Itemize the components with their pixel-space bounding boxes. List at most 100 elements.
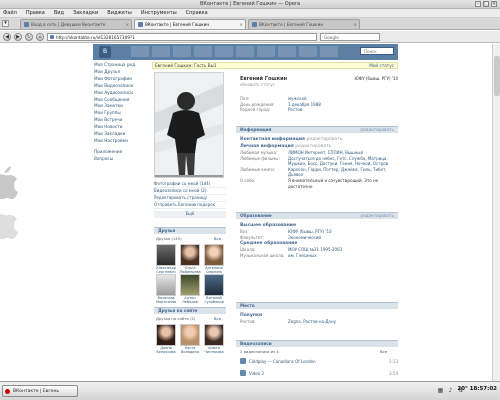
vk-nav-item[interactable] bbox=[152, 46, 170, 57]
left-menu-item[interactable]: Приложения bbox=[94, 149, 150, 156]
more-link[interactable]: Ещё bbox=[154, 211, 226, 218]
edit-link[interactable]: редактировать bbox=[360, 127, 394, 133]
send-gift-link[interactable]: Отправить Евгению подарок bbox=[154, 202, 226, 209]
edit-page-link[interactable]: Редактировать страницу bbox=[154, 195, 226, 202]
left-menu-item[interactable]: Мои Закладки bbox=[94, 131, 150, 138]
menu-tools[interactable]: Инструменты bbox=[141, 10, 177, 16]
left-menu-item[interactable]: Вопросы bbox=[94, 156, 150, 163]
close-button[interactable]: × bbox=[491, 1, 497, 7]
tab-bar: Вход в сеть | Девушки Вконтакте × ВКонтак… bbox=[0, 18, 500, 30]
left-menu-item[interactable]: Мои Фотографии bbox=[94, 76, 150, 83]
home-button[interactable]: ⌂ bbox=[36, 32, 44, 41]
volume-icon[interactable]: ♪ bbox=[447, 386, 454, 395]
menu-bookmarks[interactable]: Закладки bbox=[73, 10, 98, 16]
menu-help[interactable]: Справка bbox=[186, 10, 208, 16]
back-button[interactable]: ◀ bbox=[3, 32, 11, 41]
vk-nav-item[interactable] bbox=[320, 46, 338, 57]
places-section-header[interactable]: Места bbox=[236, 302, 398, 309]
left-menu-item[interactable]: Мои Настройки bbox=[94, 138, 150, 145]
info-value[interactable]: Ростов bbox=[288, 107, 302, 113]
education-block: Высшее образование Вуз: ЮФУ (бывш. РГУ) '… bbox=[240, 222, 398, 258]
left-menu-item[interactable]: Мои Группы bbox=[94, 110, 150, 117]
close-tab-icon[interactable]: × bbox=[353, 22, 357, 27]
edit-link[interactable]: редактировать bbox=[307, 137, 343, 142]
higher-edu-heading: Высшее образование bbox=[240, 223, 297, 228]
menu-widgets[interactable]: Виджеты bbox=[107, 10, 132, 16]
friend-card[interactable]: Настя Володина bbox=[178, 324, 202, 354]
clock[interactable]: 20° 18:57:02 bbox=[457, 386, 497, 392]
online-all-link[interactable]: Все bbox=[214, 316, 221, 321]
left-menu-item[interactable]: Мои Заметки bbox=[94, 103, 150, 110]
info-value[interactable]: Карлсон, Гарри, Поттер, Джеймс, Гиль, Ти… bbox=[288, 167, 398, 178]
status-hint[interactable]: обновить статус bbox=[240, 82, 398, 88]
left-menu-item[interactable]: Мои Аудиозаписи bbox=[94, 90, 150, 97]
vk-nav-item[interactable] bbox=[194, 46, 212, 57]
taskbar-opera-task[interactable]: ВКонтакте | Евгень bbox=[2, 385, 78, 397]
friend-card[interactable]: Антон Лебедев bbox=[178, 274, 202, 304]
menu-file[interactable]: Файл bbox=[3, 10, 17, 16]
vk-logo[interactable]: В bbox=[99, 46, 111, 58]
friend-card[interactable]: Анюта Чистякова bbox=[202, 324, 226, 354]
vk-nav-item[interactable] bbox=[215, 46, 233, 57]
education-section-header[interactable]: Образование редактировать bbox=[236, 212, 398, 219]
vk-nav-item[interactable] bbox=[299, 46, 317, 57]
videos-section-header[interactable]: Видеозаписи bbox=[236, 340, 398, 347]
vk-nav-item[interactable] bbox=[257, 46, 275, 57]
friend-card[interactable]: Ангелина Смолина bbox=[202, 244, 226, 274]
video-item[interactable]: Video 2 3:59 bbox=[240, 368, 398, 378]
video-item[interactable]: Coldplay — Canadians Of London 5:13 bbox=[240, 356, 398, 366]
video-title[interactable]: Video 2 bbox=[249, 371, 264, 376]
vertical-scrollbar[interactable] bbox=[492, 44, 500, 381]
left-menu-item[interactable]: Мои Друзья bbox=[94, 69, 150, 76]
left-menu-item[interactable]: Мои Видеозаписи bbox=[94, 83, 150, 90]
edit-link[interactable]: ред. bbox=[127, 62, 136, 67]
reload-button[interactable]: ↻ bbox=[25, 32, 33, 41]
vk-nav-item[interactable] bbox=[173, 46, 191, 57]
online-friends-header[interactable]: Друзья на сайте bbox=[154, 307, 226, 314]
videos-all-link[interactable]: Все bbox=[380, 349, 387, 354]
left-menu-item-my-page[interactable]: Моя Страница ред. bbox=[94, 62, 150, 69]
vk-nav-item[interactable] bbox=[278, 46, 296, 57]
vk-nav-item[interactable] bbox=[131, 46, 149, 57]
edit-link[interactable]: редактировать bbox=[295, 144, 331, 149]
menu-view[interactable]: Вид bbox=[54, 10, 64, 16]
address-input[interactable]: http://vkontakte.ru/id13281657309?1 bbox=[47, 32, 317, 41]
browser-tab[interactable]: Вход в сеть | Девушки Вконтакте × bbox=[20, 19, 132, 29]
status-right-link[interactable]: Мой статус bbox=[369, 63, 394, 69]
forward-button[interactable]: ▶ bbox=[14, 32, 22, 41]
search-input[interactable]: Google bbox=[320, 32, 380, 41]
videos-with-me-link[interactable]: Видеозаписи со мной (2) bbox=[154, 188, 226, 195]
minimize-button[interactable]: – bbox=[475, 1, 481, 7]
profile-university[interactable]: ЮФУ (бывш. РГУ) '10 bbox=[354, 76, 398, 81]
close-tab-icon[interactable]: × bbox=[239, 22, 243, 27]
video-title[interactable]: Coldplay — Canadians Of London bbox=[249, 359, 316, 364]
info-section-header[interactable]: Информация редактировать bbox=[236, 126, 398, 133]
browser-tab-active[interactable]: ВКонтакте | Евгений Гошкин × bbox=[134, 19, 246, 29]
left-menu-item[interactable]: Мои Новости bbox=[94, 124, 150, 131]
friend-card[interactable]: Ольга Любимцева bbox=[178, 244, 202, 274]
friend-card[interactable]: Вячеслав Мартьянов bbox=[154, 274, 178, 304]
vk-nav-item[interactable] bbox=[236, 46, 254, 57]
friend-card[interactable]: Александр Сергеевич bbox=[154, 244, 178, 274]
trash-icon[interactable]: ▾ bbox=[2, 20, 9, 27]
info-value[interactable]: Достучаться до небес, Гетс, Служба, Матр… bbox=[288, 156, 398, 167]
left-menu-item[interactable]: Мои Встречи bbox=[94, 117, 150, 124]
page-viewport: В Поиск Моя Страница ред. Мои Друзья Мои… bbox=[0, 44, 500, 381]
left-menu-item[interactable]: Мои Сообщения bbox=[94, 97, 150, 104]
edit-link[interactable]: редактировать bbox=[360, 213, 394, 219]
info-value[interactable]: им. Гнесиных bbox=[288, 253, 317, 259]
vk-search-input[interactable]: Поиск bbox=[360, 47, 394, 55]
friend-card[interactable]: Диана Белоусова bbox=[154, 324, 178, 354]
friend-card[interactable]: Виталий Сухобоков bbox=[202, 274, 226, 304]
friends-section-header[interactable]: Друзья bbox=[154, 227, 226, 234]
info-value[interactable]: Zegna, Ростов-на-Дону bbox=[288, 319, 336, 325]
maximize-button[interactable]: □ bbox=[483, 1, 489, 7]
photos-with-me-link[interactable]: Фотографии со мной (144) bbox=[154, 181, 226, 188]
profile-photo[interactable] bbox=[154, 72, 224, 178]
keyboard-layout-icon[interactable]: ▦ bbox=[437, 386, 444, 395]
scrollbar-thumb[interactable] bbox=[494, 56, 500, 96]
friends-all-link[interactable]: Все bbox=[214, 236, 221, 241]
browser-tab[interactable]: ВКонтакте | Евгений Гошкин × bbox=[248, 19, 360, 29]
close-tab-icon[interactable]: × bbox=[125, 22, 129, 27]
menu-edit[interactable]: Правка bbox=[26, 10, 45, 16]
